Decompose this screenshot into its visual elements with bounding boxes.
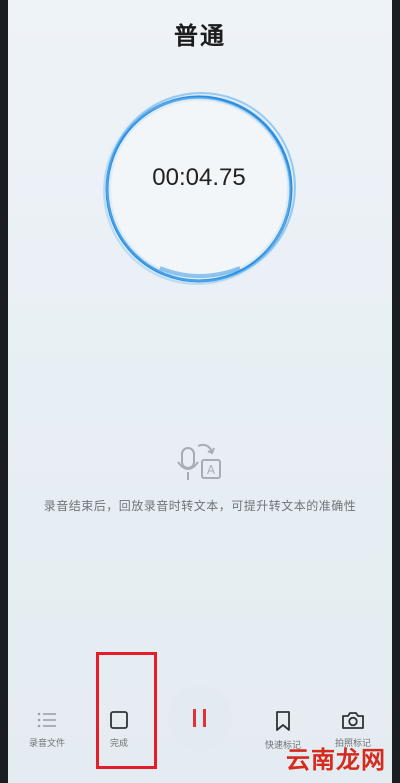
- recorder-screen: 普通 00:04.75 A 录音结束后，回放录音时转文本，可提升转文本的准确性 …: [0, 0, 400, 783]
- pause-button[interactable]: [168, 686, 232, 750]
- bezel-right: [392, 0, 400, 783]
- recordings-label: 录音文件: [28, 739, 65, 749]
- watermark: 云南龙网: [286, 746, 386, 774]
- camera-icon: [342, 712, 364, 729]
- recordings-button[interactable]: 录音文件: [24, 710, 70, 749]
- highlight-box: [96, 652, 157, 769]
- hint-text: 录音结束后，回放录音时转文本，可提升转文本的准确性: [43, 499, 357, 513]
- svg-text:A: A: [207, 463, 216, 477]
- bezel-left: [0, 0, 8, 783]
- page-title: 普通: [174, 22, 226, 50]
- pause-icon: [193, 709, 206, 727]
- recording-timer: 00:04.75: [152, 164, 246, 191]
- bookmark-icon: [276, 711, 290, 731]
- recording-dial: 00:04.75: [100, 90, 298, 288]
- list-icon: [37, 712, 56, 728]
- voice-to-text-icon: A: [170, 442, 230, 486]
